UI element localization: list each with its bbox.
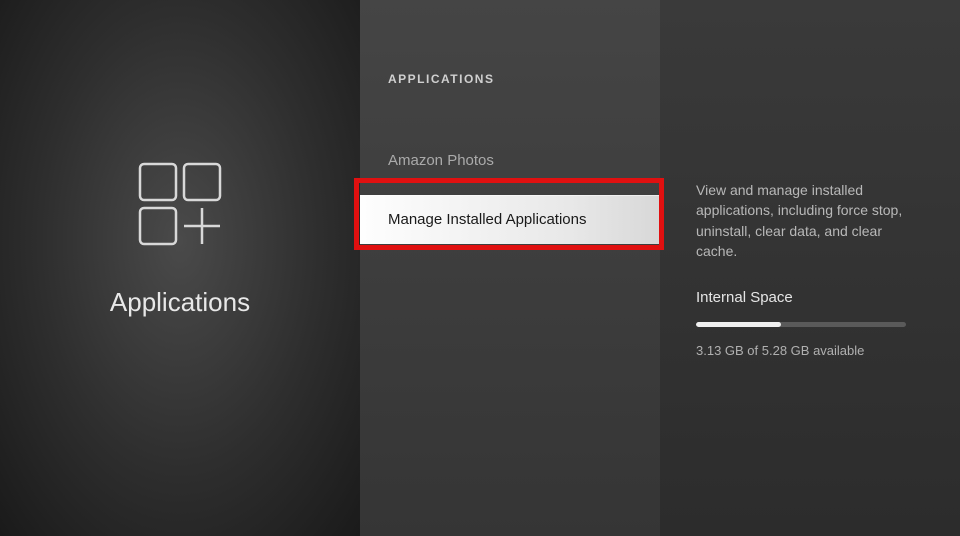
applications-icon [134,158,226,255]
category-panel: Applications [0,0,360,536]
storage-text: 3.13 GB of 5.28 GB available [696,343,924,358]
menu-panel: APPLICATIONS Amazon Photos Manage Instal… [360,0,660,536]
section-header: APPLICATIONS [360,72,660,86]
item-description: View and manage installed applications, … [696,180,924,261]
details-panel: View and manage installed applications, … [660,0,960,536]
storage-progress-bar [696,322,906,327]
menu-item-manage-installed-applications[interactable]: Manage Installed Applications [360,195,660,244]
menu-item-amazon-photos[interactable]: Amazon Photos [360,136,660,185]
category-title: Applications [110,287,250,318]
storage-label: Internal Space [696,289,924,306]
storage-progress-fill [696,322,781,327]
